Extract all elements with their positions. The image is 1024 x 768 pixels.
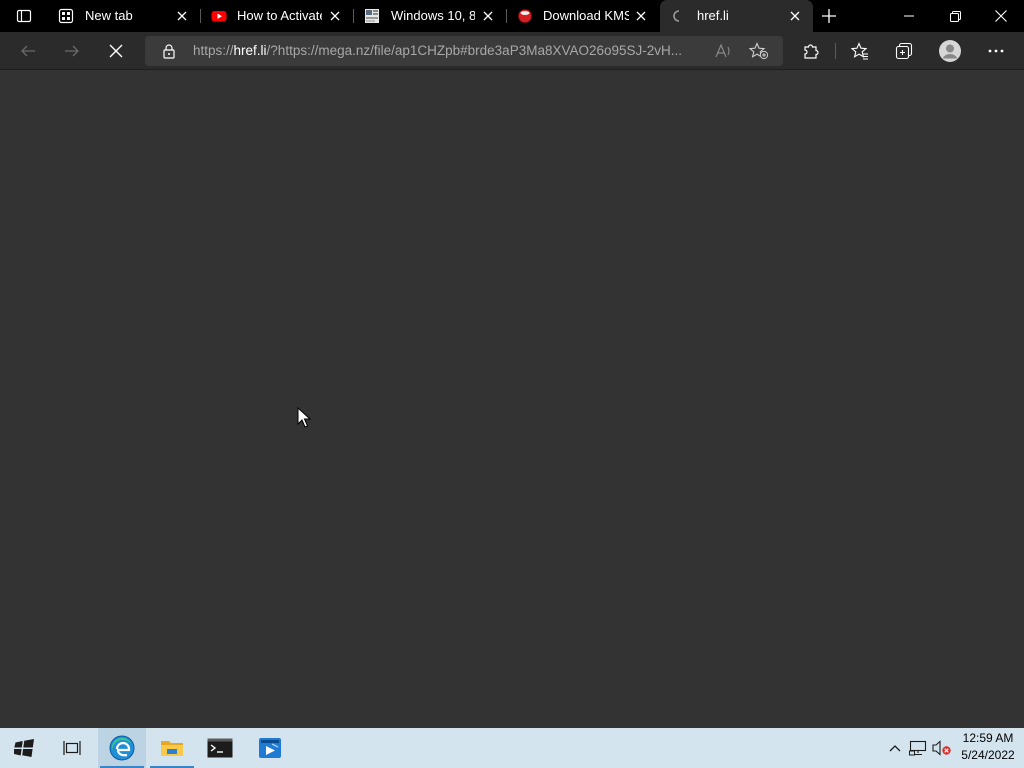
network-icon <box>909 740 927 756</box>
red-ball-icon <box>518 9 532 23</box>
tab-actions-icon <box>16 9 32 23</box>
taskbar-terminal[interactable] <box>196 728 244 768</box>
avatar-icon <box>939 40 961 62</box>
youtube-icon <box>211 11 227 22</box>
back-button[interactable] <box>13 36 43 66</box>
screen: New tab How to Activate Windows 10, 8, 7… <box>0 0 1024 768</box>
url-prefix: https:// <box>193 43 234 58</box>
tab-label: New tab <box>85 8 133 23</box>
puzzle-icon <box>804 44 819 59</box>
site-icon <box>365 9 379 23</box>
clock-button[interactable]: 12:59 AM 5/24/2022 <box>955 730 1021 766</box>
close-icon <box>995 10 1007 22</box>
volume-muted-icon <box>932 740 951 756</box>
tab-href-li[interactable]: href.li <box>660 0 813 32</box>
stop-icon <box>109 44 123 58</box>
url-host: href.li <box>233 43 267 58</box>
terminal-icon <box>207 738 233 758</box>
favorites-button[interactable] <box>845 36 875 66</box>
stop-loading-button[interactable] <box>101 36 131 66</box>
read-aloud-icon[interactable] <box>714 42 734 60</box>
clock-time: 12:59 AM <box>962 731 1014 745</box>
minimize-icon <box>904 15 914 17</box>
restore-icon <box>949 10 961 22</box>
tab-windows-10[interactable]: Windows 10, 8, 7 <box>354 0 507 32</box>
forward-button[interactable] <box>57 36 87 66</box>
tab-label: Download KMSp <box>543 8 629 23</box>
clock-date: 5/24/2022 <box>961 748 1015 762</box>
folder-icon <box>161 741 183 756</box>
close-tab-icon[interactable] <box>174 8 190 24</box>
tab-label: Windows 10, 8, 7 <box>391 8 475 23</box>
close-window-button[interactable] <box>978 0 1024 32</box>
close-tab-icon[interactable] <box>480 8 496 24</box>
plus-icon <box>822 9 836 23</box>
tab-new-tab[interactable]: New tab <box>48 0 201 32</box>
profile-button[interactable] <box>935 36 965 66</box>
start-button[interactable] <box>0 728 48 768</box>
page-content[interactable] <box>0 71 1024 728</box>
address-bar[interactable]: https://href.li/?https://mega.nz/file/ap… <box>145 36 783 66</box>
network-tray-button[interactable] <box>908 738 928 758</box>
collections-icon <box>895 42 913 60</box>
settings-more-button[interactable] <box>981 36 1011 66</box>
favorites-star-icon <box>851 42 868 60</box>
toolbar-divider <box>835 43 836 59</box>
taskbar: 12:59 AM 5/24/2022 <box>0 728 1024 768</box>
tab-actions-button[interactable] <box>8 5 40 27</box>
more-dots-icon <box>988 49 1004 53</box>
collections-button[interactable] <box>889 36 919 66</box>
taskbar-edge[interactable] <box>98 728 146 768</box>
media-app-icon <box>259 738 281 758</box>
new-tab-button[interactable] <box>818 5 840 27</box>
task-view-icon <box>63 741 81 755</box>
task-view-button[interactable] <box>48 728 96 768</box>
close-tab-icon[interactable] <box>787 8 803 24</box>
volume-tray-button[interactable] <box>932 738 952 758</box>
edge-browser-icon <box>109 735 135 761</box>
browser-toolbar: https://href.li/?https://mega.nz/file/ap… <box>0 32 1024 70</box>
extensions-button[interactable] <box>796 36 826 66</box>
restore-button[interactable] <box>932 0 978 32</box>
show-hidden-icons-button[interactable] <box>885 738 905 758</box>
tab-download-kms[interactable]: Download KMSp <box>507 0 659 32</box>
tab-label: How to Activate <box>237 8 322 23</box>
add-favorite-icon[interactable] <box>748 42 770 60</box>
tab-how-to-activate[interactable]: How to Activate <box>201 0 354 32</box>
back-arrow-icon <box>21 45 35 57</box>
chevron-up-icon <box>889 745 901 752</box>
windows-logo-icon <box>14 739 34 757</box>
forward-arrow-icon <box>65 45 79 57</box>
tab-label: href.li <box>697 8 729 23</box>
url-text[interactable]: https://href.li/?https://mega.nz/file/ap… <box>193 43 703 58</box>
taskbar-media-app[interactable] <box>246 728 294 768</box>
close-tab-icon[interactable] <box>633 8 649 24</box>
minimize-button[interactable] <box>886 0 932 32</box>
tab-strip: New tab How to Activate Windows 10, 8, 7… <box>0 0 1024 32</box>
url-rest: /?https://mega.nz/file/ap1CHZpb#brde3aP3… <box>266 43 683 58</box>
close-tab-icon[interactable] <box>327 8 343 24</box>
lock-icon[interactable] <box>161 43 177 59</box>
taskbar-file-explorer[interactable] <box>148 728 196 768</box>
newtab-icon <box>58 8 74 24</box>
loading-icon <box>673 10 680 22</box>
mouse-cursor-icon <box>297 407 311 428</box>
